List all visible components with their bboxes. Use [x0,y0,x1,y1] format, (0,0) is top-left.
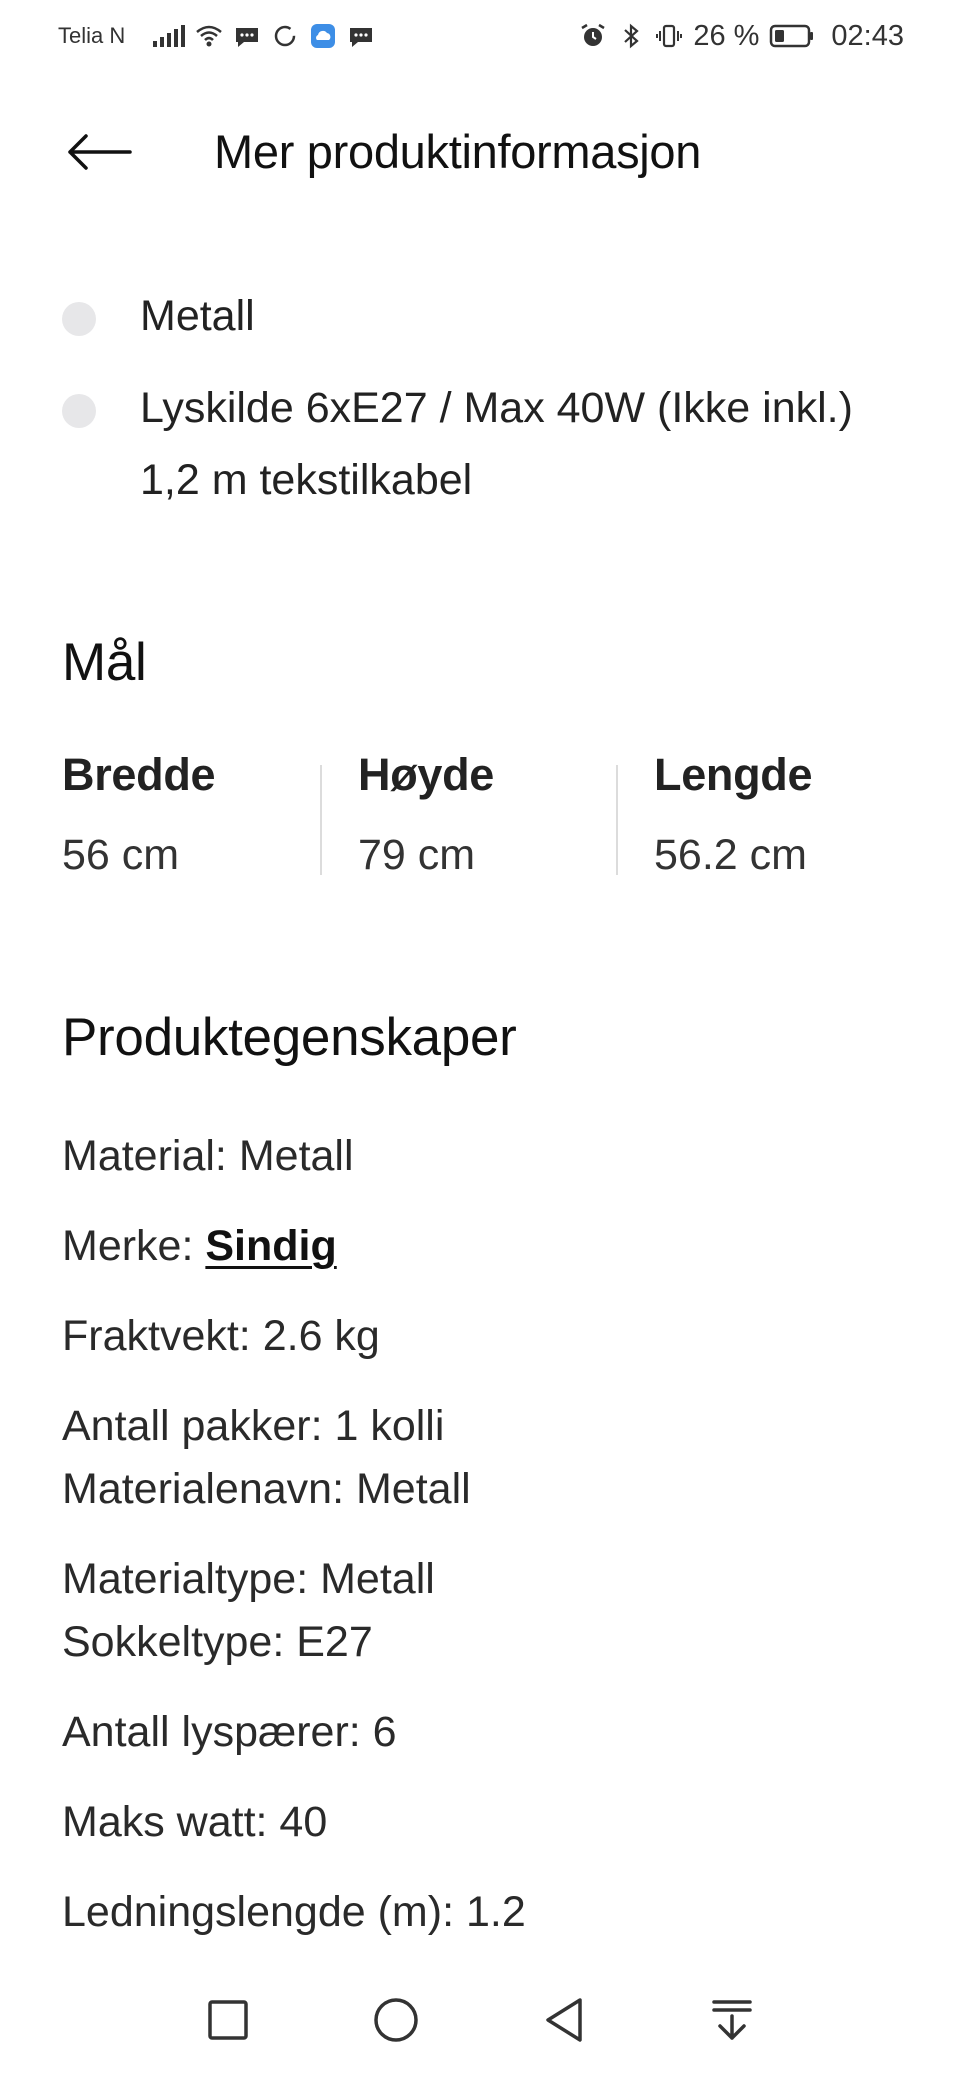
property-socket-type: Sokkeltype: E27 [62,1618,373,1666]
property-bulb-count: Antall lyspærer: 6 [62,1708,397,1756]
dimension-label: Bredde [62,749,216,800]
message-icon [236,28,259,47]
alarm-icon [581,23,605,46]
dimensions-heading: Mål [62,633,147,692]
dimension-value: 56.2 cm [654,831,807,879]
battery-percent: 26 % [693,19,760,52]
brand-link[interactable]: Sindig [205,1222,336,1270]
list-item: Lyskilde 6xE27 / Max 40W (Ikke inkl.) 1,… [0,372,960,516]
signal-icon [153,25,186,47]
dimension-height: Høyde 79 cm [320,745,616,879]
triangle-back-icon [546,1998,582,2042]
dimension-label: Høyde [358,749,495,800]
notification-pull-button[interactable] [702,1990,762,2050]
property-freight-weight: Fraktvekt: 2.6 kg [62,1312,380,1360]
property-material-name: Materialenavn: Metall [62,1465,471,1513]
dimension-width: Bredde 56 cm [62,745,320,879]
sync-icon [275,25,296,47]
feature-bullet-list: Metall Lyskilde 6xE27 / Max 40W (Ikke in… [0,280,960,536]
property-max-watt: Maks watt: 40 [62,1798,328,1846]
properties-list: Material: Metall Merke: Sindig Fraktvekt… [62,1118,902,1950]
system-nav-bar [0,1960,960,2080]
chat-icon [350,28,373,47]
vibrate-icon [656,24,683,48]
dimension-label: Lengde [654,749,813,800]
back-button[interactable] [66,122,142,182]
back-nav-button[interactable] [534,1990,594,2050]
recent-apps-button[interactable] [198,1990,258,2050]
home-button[interactable] [366,1990,426,2050]
circle-icon [374,1998,418,2042]
status-right: 26 % 02:43 [579,20,904,53]
list-item: Metall [0,280,960,352]
status-bar: Telia N 26 % 02:43 [0,0,960,72]
arrow-left-icon [68,134,132,170]
wifi-icon [196,25,223,47]
square-icon [208,2000,248,2040]
bullet-dot [62,302,96,336]
brand-prefix: Merke: [62,1222,206,1270]
dimension-length: Lengde 56.2 cm [616,745,912,879]
bullet-text: Lyskilde 6xE27 / Max 40W (Ikke inkl.) 1,… [140,384,853,504]
dimension-value: 79 cm [358,831,476,879]
dimension-value: 56 cm [62,831,180,879]
battery-icon [770,24,814,48]
property-cord-length: Ledningslengde (m): 1.2 [62,1888,526,1936]
properties-heading: Produktegenskaper [62,1008,517,1067]
bullet-text: Metall [140,292,255,340]
notification-pull-icon [712,2000,752,2040]
carrier-name: Telia N [58,23,126,48]
property-material: Material: Metall [62,1132,354,1180]
bullet-dot [62,394,96,428]
cloud-app-icon [311,24,336,48]
property-brand: Merke: Sindig [62,1208,902,1284]
page-title: Mer produktinformasjon [214,125,702,178]
app-header: Mer produktinformasjon [0,110,960,194]
status-left: Telia N [58,22,375,50]
bluetooth-icon [624,23,639,49]
dimensions-row: Bredde 56 cm Høyde 79 cm Lengde 56.2 cm [62,745,912,879]
clock-time: 02:43 [831,19,904,52]
